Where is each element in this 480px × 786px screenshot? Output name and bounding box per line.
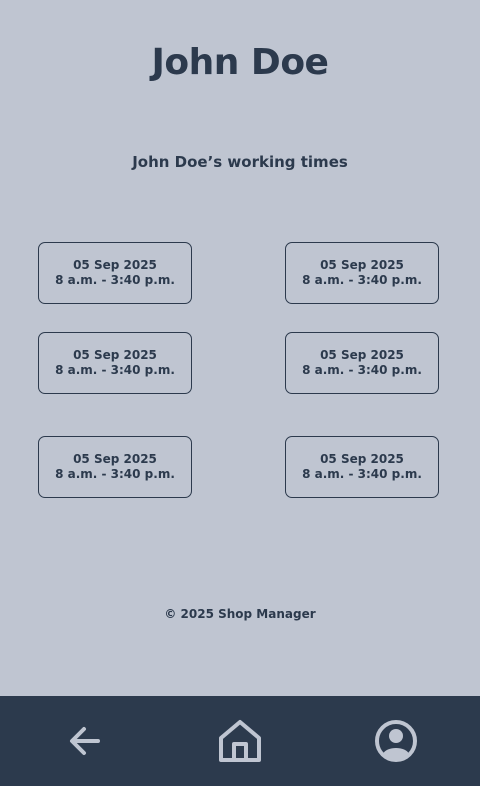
slot-time: 8 a.m. - 3:40 p.m. xyxy=(55,363,175,377)
slot-time: 8 a.m. - 3:40 p.m. xyxy=(302,363,422,377)
back-button[interactable] xyxy=(60,718,108,764)
page-subtitle: John Doe’s working times xyxy=(132,153,348,171)
home-button[interactable] xyxy=(216,718,264,764)
slot-time: 8 a.m. - 3:40 p.m. xyxy=(302,273,422,287)
slot-date: 05 Sep 2025 xyxy=(73,348,157,362)
schedule-slot[interactable]: 05 Sep 2025 8 a.m. - 3:40 p.m. xyxy=(285,332,439,394)
arrow-left-icon xyxy=(70,727,100,755)
user-circle-icon xyxy=(375,720,417,762)
slot-date: 05 Sep 2025 xyxy=(73,452,157,466)
slot-date: 05 Sep 2025 xyxy=(320,452,404,466)
slot-date: 05 Sep 2025 xyxy=(320,258,404,272)
schedule-slot[interactable]: 05 Sep 2025 8 a.m. - 3:40 p.m. xyxy=(38,242,192,304)
profile-button[interactable] xyxy=(372,718,420,764)
slot-time: 8 a.m. - 3:40 p.m. xyxy=(302,467,422,481)
slot-time: 8 a.m. - 3:40 p.m. xyxy=(55,273,175,287)
schedule-slot[interactable]: 05 Sep 2025 8 a.m. - 3:40 p.m. xyxy=(285,436,439,498)
page-title: John Doe xyxy=(151,42,329,83)
bottom-nav xyxy=(0,696,480,786)
slot-date: 05 Sep 2025 xyxy=(73,258,157,272)
schedule-slot[interactable]: 05 Sep 2025 8 a.m. - 3:40 p.m. xyxy=(38,332,192,394)
schedule-slot[interactable]: 05 Sep 2025 8 a.m. - 3:40 p.m. xyxy=(285,242,439,304)
slot-date: 05 Sep 2025 xyxy=(320,348,404,362)
slot-time: 8 a.m. - 3:40 p.m. xyxy=(55,467,175,481)
home-icon xyxy=(219,720,261,762)
footer-copyright: © 2025 Shop Manager xyxy=(164,607,316,621)
schedule-slot[interactable]: 05 Sep 2025 8 a.m. - 3:40 p.m. xyxy=(38,436,192,498)
